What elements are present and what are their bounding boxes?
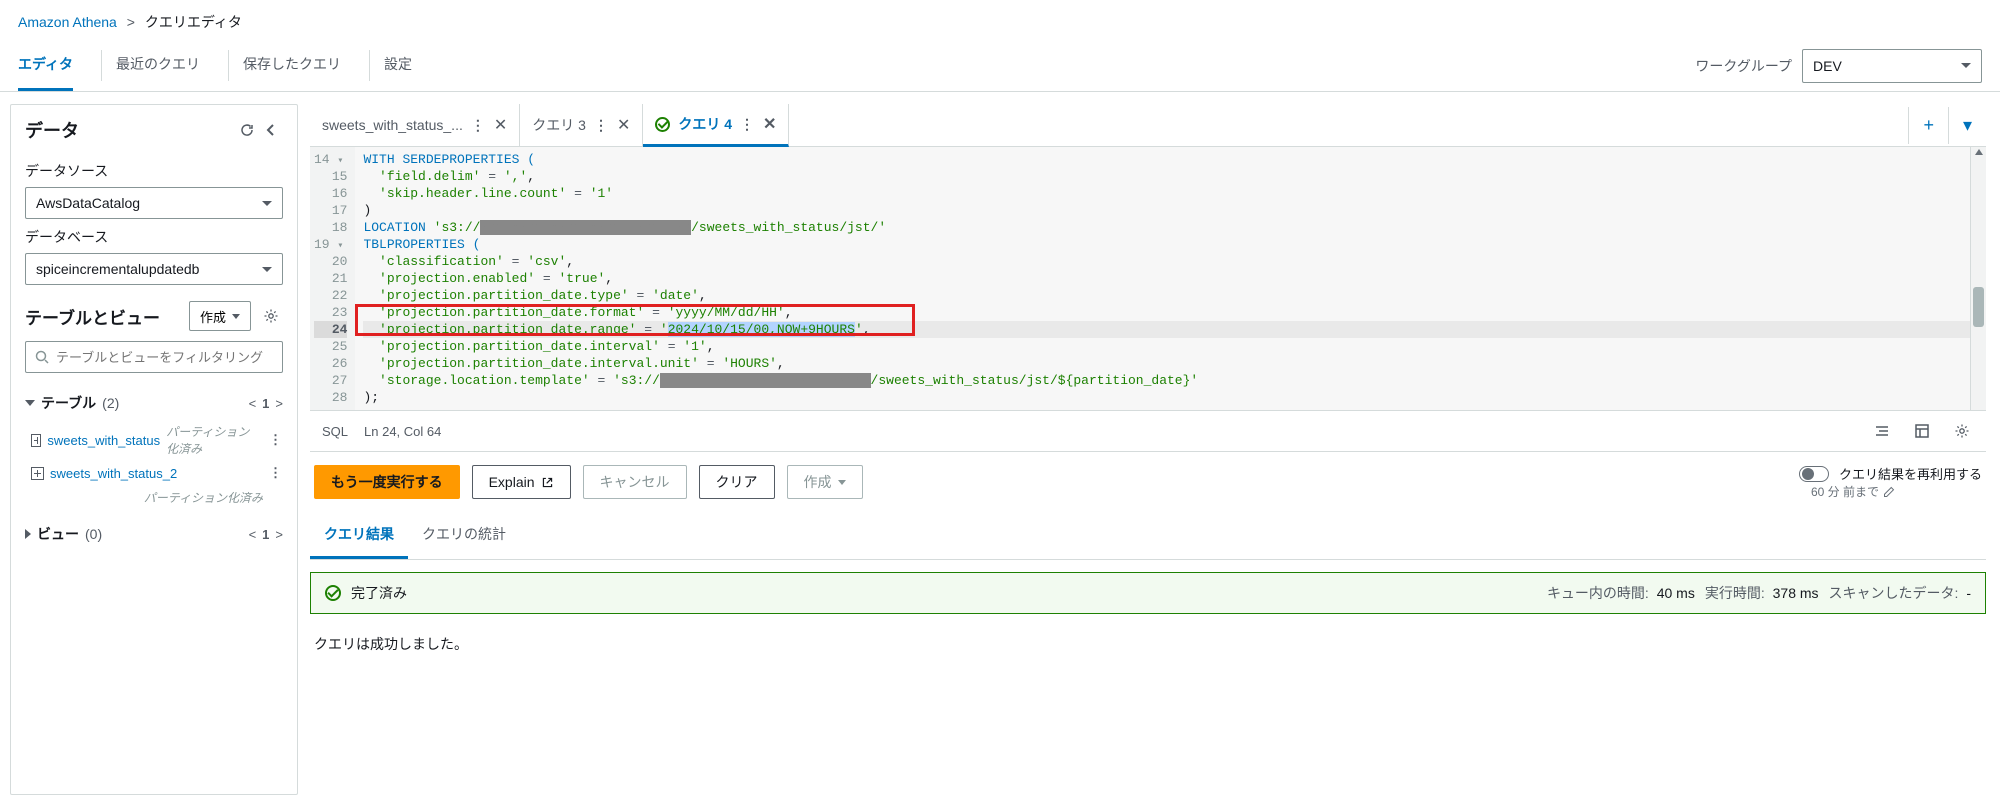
expand-icon[interactable]	[31, 434, 41, 447]
gear-icon	[263, 308, 279, 324]
scrollbar-thumb[interactable]	[1973, 287, 1984, 327]
item-menu[interactable]: ⋮	[269, 465, 283, 481]
query-tab[interactable]: クエリ 4 ⋮ ✕	[643, 104, 789, 147]
refresh-icon	[239, 122, 255, 138]
table-item[interactable]: sweets_with_status_2 ⋮	[25, 461, 283, 485]
side-panel: データ データソース AwsDataCatalog データベース spicein…	[10, 104, 298, 795]
tabs-menu-button[interactable]: ▾	[1948, 107, 1986, 144]
add-tab-button[interactable]: +	[1908, 107, 1948, 144]
datasource-label: データソース	[25, 161, 283, 181]
breadcrumb-root[interactable]: Amazon Athena	[18, 14, 117, 30]
datasource-select[interactable]: AwsDataCatalog	[25, 187, 283, 219]
page-number: 1	[262, 396, 269, 411]
editor-settings-button[interactable]	[1950, 419, 1974, 443]
reuse-label: クエリ結果を再利用する	[1839, 464, 1982, 483]
cancel-button[interactable]: キャンセル	[583, 465, 687, 499]
expand-icon[interactable]	[31, 467, 44, 480]
tab-editor[interactable]: エディタ	[18, 40, 73, 91]
views-group-header[interactable]: ビュー (0) < 1 >	[25, 518, 283, 550]
tab-menu[interactable]: ⋮	[740, 116, 755, 133]
explain-button[interactable]: Explain	[472, 465, 571, 499]
query-tab[interactable]: クエリ 3 ⋮ ✕	[520, 104, 643, 146]
close-icon[interactable]: ✕	[617, 115, 630, 135]
breadcrumb-current: クエリエディタ	[145, 14, 242, 30]
search-icon	[34, 349, 50, 365]
caret-right-icon	[25, 529, 31, 539]
result-message: クエリは成功しました。	[310, 626, 1986, 674]
table-item[interactable]: sweets_with_status パーティション化済み ⋮	[25, 419, 283, 461]
scroll-up-icon	[1975, 149, 1983, 155]
database-select[interactable]: spiceincrementalupdatedb	[25, 253, 283, 285]
result-tabs: クエリ結果 クエリの統計	[310, 512, 1986, 560]
page-number: 1	[262, 527, 269, 542]
item-menu[interactable]: ⋮	[269, 432, 283, 448]
caret-down-icon	[1961, 63, 1971, 68]
main-tabs: エディタ 最近のクエリ 保存したクエリ 設定	[18, 40, 440, 91]
tab-menu[interactable]: ⋮	[471, 117, 486, 134]
success-icon	[325, 585, 341, 601]
close-icon[interactable]: ✕	[494, 115, 507, 135]
breadcrumb: Amazon Athena > クエリエディタ	[0, 0, 2000, 40]
edit-icon[interactable]	[1883, 486, 1895, 498]
tab-query-stats[interactable]: クエリの統計	[408, 512, 520, 559]
lang-indicator: SQL	[322, 424, 348, 439]
result-banner: 完了済み キュー内の時間: 40 ms 実行時間: 378 ms スキャンしたデ…	[310, 572, 1986, 614]
status-text: 完了済み	[351, 583, 407, 603]
query-tabs: sweets_with_status_... ⋮ ✕ クエリ 3 ⋮ ✕ クエリ…	[310, 104, 789, 146]
tab-recent[interactable]: 最近のクエリ	[116, 40, 200, 91]
status-bar: SQL Ln 24, Col 64	[310, 410, 1986, 452]
tab-saved[interactable]: 保存したクエリ	[243, 40, 341, 91]
workgroup-label: ワークグループ	[1695, 56, 1792, 76]
search-box[interactable]	[25, 341, 283, 373]
chevron-left-icon	[263, 122, 279, 138]
format-button[interactable]	[1870, 419, 1894, 443]
clear-button[interactable]: クリア	[699, 465, 775, 499]
external-icon	[541, 476, 554, 489]
tab-query-results[interactable]: クエリ結果	[310, 512, 408, 559]
collapse-panel-button[interactable]	[259, 118, 283, 142]
settings-button[interactable]	[259, 304, 283, 328]
query-tab[interactable]: sweets_with_status_... ⋮ ✕	[310, 104, 520, 146]
side-title: データ	[25, 117, 79, 143]
search-input[interactable]	[56, 350, 274, 365]
tab-settings[interactable]: 設定	[384, 40, 412, 91]
layout-button[interactable]	[1910, 419, 1934, 443]
tables-group-header[interactable]: テーブル (2) < 1 >	[25, 387, 283, 419]
success-icon	[655, 117, 670, 132]
chevron-right-icon: >	[127, 14, 135, 30]
create-dropdown[interactable]: 作成	[787, 465, 863, 499]
prev-page[interactable]: <	[249, 396, 257, 411]
caret-down-icon	[25, 400, 35, 406]
run-button[interactable]: もう一度実行する	[314, 465, 460, 499]
cursor-position: Ln 24, Col 64	[364, 424, 441, 439]
prev-page[interactable]: <	[249, 527, 257, 542]
refresh-button[interactable]	[235, 118, 259, 142]
partition-badge: パーティション化済み	[144, 489, 263, 506]
next-page[interactable]: >	[275, 396, 283, 411]
workgroup-select[interactable]: DEV	[1802, 49, 1982, 83]
reuse-sublabel: 60 分 前まで	[1811, 483, 1879, 500]
tab-menu[interactable]: ⋮	[594, 117, 609, 134]
next-page[interactable]: >	[275, 527, 283, 542]
close-icon[interactable]: ✕	[763, 114, 776, 134]
reuse-toggle[interactable]	[1799, 466, 1829, 482]
gutter: 14 ▾ 15 16 17 18 19 ▾ 20 21 22 23 24 25	[310, 147, 355, 410]
code-area[interactable]: WITH SERDEPROPERTIES ( 'field.delim' = '…	[355, 147, 1970, 410]
database-label: データベース	[25, 227, 283, 247]
sql-editor[interactable]: 14 ▾ 15 16 17 18 19 ▾ 20 21 22 23 24 25	[310, 147, 1986, 410]
vertical-scrollbar[interactable]	[1970, 147, 1986, 410]
create-button[interactable]: 作成	[189, 301, 251, 331]
tables-views-title: テーブルとビュー	[25, 304, 160, 329]
